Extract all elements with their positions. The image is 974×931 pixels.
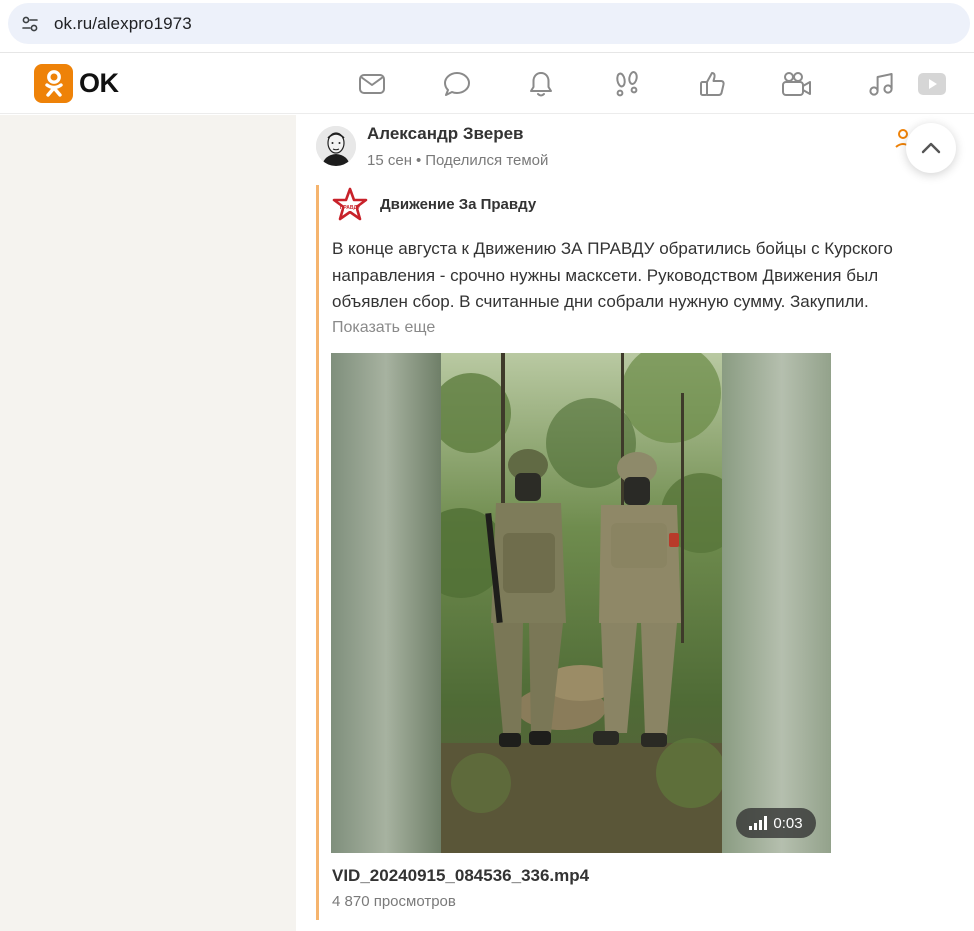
group-name[interactable]: Движение За Правду [380, 196, 536, 213]
video-icon[interactable] [780, 68, 812, 100]
left-sidebar [0, 115, 296, 931]
post-meta: 15 сен • Поделился темой [367, 152, 548, 169]
video-player-icon[interactable] [915, 68, 949, 100]
site-header: OK [0, 52, 974, 114]
video-frame [416, 353, 741, 853]
address-bar[interactable]: ok.ru/alexpro1973 [8, 3, 970, 44]
ok-logo-text: OK [79, 68, 119, 98]
post-date[interactable]: 15 сен [367, 152, 412, 169]
video-duration-badge: 0:03 [736, 808, 816, 838]
signal-bars-icon [749, 816, 768, 830]
meta-separator: • [415, 152, 422, 169]
video-blur-right [722, 353, 831, 853]
music-icon[interactable] [865, 68, 897, 100]
scroll-to-top-button[interactable] [906, 123, 956, 173]
video-filename[interactable]: VID_20240915_084536_336.mp4 [332, 866, 589, 886]
group-logo-icon[interactable]: ПРАВДУ [332, 187, 368, 223]
post-text: В конце августа к Движению ЗА ПРАВДУ обр… [332, 239, 893, 311]
video-blur-left [331, 353, 441, 853]
video-views: 4 870 просмотров [332, 893, 456, 910]
guests-icon[interactable] [611, 68, 643, 100]
site-settings-icon[interactable] [12, 6, 48, 42]
browser-toolbar: ok.ru/alexpro1973 [0, 0, 974, 52]
messages-icon[interactable] [356, 68, 388, 100]
ok-logo-icon [34, 64, 73, 103]
post-action: Поделился темой [425, 152, 549, 169]
shared-accent-line [316, 185, 319, 920]
author-avatar[interactable] [316, 126, 356, 166]
ok-logo[interactable]: OK [34, 64, 119, 103]
notifications-icon[interactable] [525, 68, 557, 100]
discussions-icon[interactable] [441, 68, 473, 100]
svg-text:ПРАВДУ: ПРАВДУ [340, 205, 361, 211]
likes-icon[interactable] [696, 68, 728, 100]
video-duration: 0:03 [773, 814, 803, 832]
url-text[interactable]: ok.ru/alexpro1973 [54, 14, 192, 34]
video-player[interactable]: 0:03 [331, 353, 831, 853]
show-more-link[interactable]: Показать еще [332, 319, 435, 337]
author-name[interactable]: Александр Зверев [367, 124, 524, 144]
chevron-up-icon [921, 142, 941, 154]
